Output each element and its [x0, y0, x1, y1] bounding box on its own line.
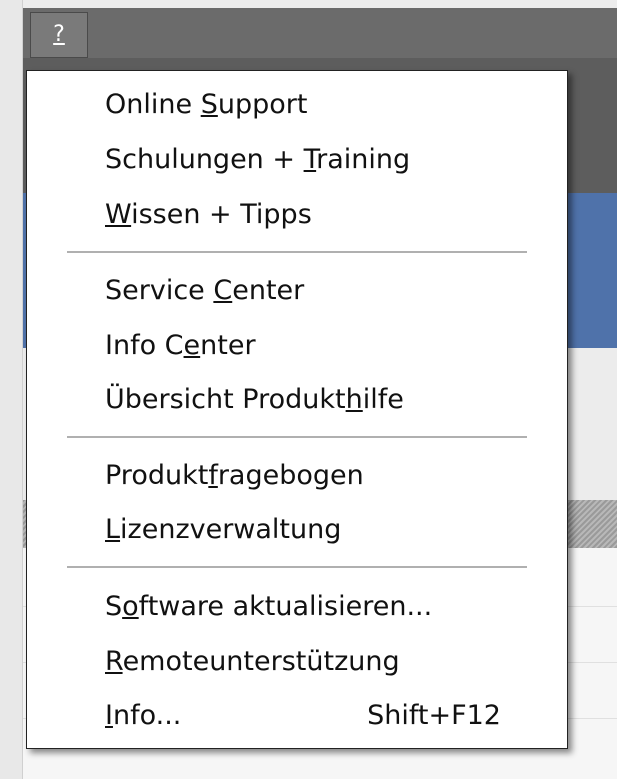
accelerator-key: h	[345, 384, 363, 415]
menu-item-label: ilfe	[362, 384, 404, 415]
menu-item-info[interactable]: Info... Shift+F12	[105, 696, 537, 736]
menu-item-info-center[interactable]: Info Center	[105, 326, 537, 366]
accelerator-key: L	[105, 514, 121, 545]
menu-item-label: Service	[105, 275, 214, 306]
menu-item-service-center[interactable]: Service Center	[105, 271, 537, 311]
menu-item-label: upport	[217, 89, 308, 120]
menu-item-lizenzverwaltung[interactable]: Lizenzverwaltung	[105, 510, 537, 550]
menu-item-label: nter	[200, 330, 256, 361]
accelerator-key: R	[105, 646, 123, 677]
accelerator-key: T	[303, 144, 317, 175]
menu-item-label: raining	[316, 144, 411, 175]
accelerator-key: S	[200, 89, 218, 120]
menu-item-label: S	[105, 591, 123, 622]
menu-item-label: Schulungen +	[105, 144, 304, 175]
accelerator-key: C	[213, 275, 233, 306]
accelerator-key: e	[183, 330, 201, 361]
background-top	[0, 0, 617, 8]
menu-item-label: Übersicht Produkt	[105, 384, 346, 415]
help-dropdown-menu: Online Support Schulungen + Training Wis…	[26, 70, 568, 749]
menu-item-online-support[interactable]: Online Support	[105, 85, 537, 125]
menu-item-label: enter	[232, 275, 305, 306]
accelerator-key: W	[105, 199, 132, 230]
menu-item-uebersicht-produkthilfe[interactable]: Übersicht Produkthilfe	[105, 380, 537, 420]
menu-item-software-aktualisieren[interactable]: Software aktualisieren...	[105, 587, 537, 627]
menu-separator	[67, 566, 527, 568]
menu-separator	[67, 251, 527, 253]
menu-item-label: Online	[105, 89, 201, 120]
menu-item-shortcut: Shift+F12	[367, 700, 501, 731]
menu-item-label: Produkt	[105, 460, 209, 491]
left-window-edge	[0, 0, 23, 779]
menu-separator	[67, 436, 527, 438]
accelerator-key: f	[208, 460, 218, 491]
menu-item-label: Info C	[105, 330, 184, 361]
accelerator-key: o	[122, 591, 139, 622]
menu-item-remoteunterstuetzung[interactable]: Remoteunterstützung	[105, 642, 537, 682]
menu-item-schulungen-training[interactable]: Schulungen + Training	[105, 140, 537, 180]
menu-item-label: izenzverwaltung	[120, 514, 342, 545]
help-menu-button[interactable]: ?	[30, 12, 88, 58]
menu-item-label: emoteunterstützung	[122, 646, 400, 677]
background-menubar	[0, 8, 617, 58]
menu-item-label: ftware aktualisieren...	[138, 591, 433, 622]
menu-item-label: nfo...	[112, 700, 182, 731]
menu-item-label: ragebogen	[217, 460, 364, 491]
menu-item-produktfragebogen[interactable]: Produktfragebogen	[105, 456, 537, 496]
menu-item-wissen-tipps[interactable]: Wissen + Tipps	[105, 195, 537, 235]
menu-item-label: issen + Tipps	[131, 199, 312, 230]
accelerator-key: I	[105, 700, 113, 731]
